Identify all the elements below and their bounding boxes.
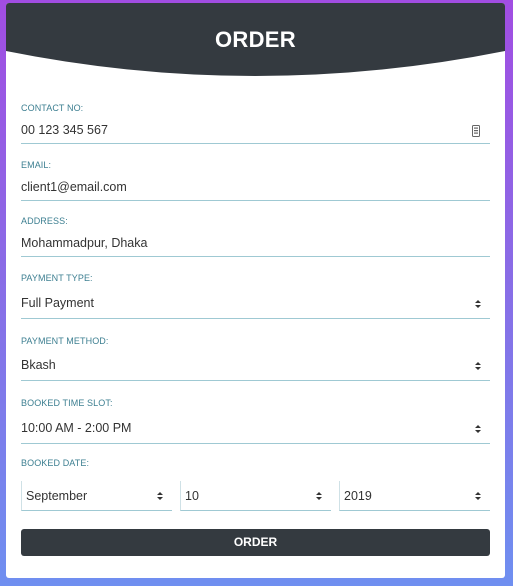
payment-type-value: Full Payment: [21, 296, 94, 310]
month-value: September: [26, 489, 88, 503]
time-slot-label: BOOKED TIME SLOT:: [21, 398, 113, 408]
address-label: ADDRESS:: [21, 216, 68, 226]
email-label: EMAIL:: [21, 160, 52, 170]
page-title: ORDER: [215, 27, 296, 52]
payment-type-select[interactable]: Full Payment: [21, 291, 490, 319]
email-field[interactable]: client1@email.com: [21, 175, 490, 201]
day-value: 10: [185, 489, 199, 503]
phone-icon: [472, 125, 480, 137]
day-select[interactable]: 10: [180, 481, 331, 511]
select-caret-icon: [475, 300, 481, 308]
year-select[interactable]: 2019: [339, 481, 490, 511]
payment-type-label: PAYMENT TYPE:: [21, 273, 93, 283]
select-caret-icon: [157, 492, 163, 500]
year-value: 2019: [344, 489, 372, 503]
payment-method-label: PAYMENT METHOD:: [21, 336, 109, 346]
time-slot-select[interactable]: 10:00 AM - 2:00 PM: [21, 416, 490, 444]
select-caret-icon: [316, 492, 322, 500]
address-value: Mohammadpur, Dhaka: [21, 236, 148, 250]
order-card: ORDER CONTACT NO: 00 123 345 567 EMAIL: …: [6, 3, 505, 578]
order-header: ORDER: [6, 3, 505, 81]
contact-field[interactable]: 00 123 345 567: [21, 118, 490, 144]
payment-method-value: Bkash: [21, 358, 56, 372]
time-slot-value: 10:00 AM - 2:00 PM: [21, 421, 132, 435]
contact-value: 00 123 345 567: [21, 123, 108, 137]
address-field[interactable]: Mohammadpur, Dhaka: [21, 231, 490, 257]
email-value: client1@email.com: [21, 180, 127, 194]
month-select[interactable]: September: [21, 481, 172, 511]
select-caret-icon: [475, 362, 481, 370]
select-caret-icon: [475, 492, 481, 500]
select-caret-icon: [475, 425, 481, 433]
order-button[interactable]: ORDER: [21, 529, 490, 556]
contact-label: CONTACT NO:: [21, 103, 84, 113]
booked-date-label: BOOKED DATE:: [21, 458, 90, 468]
payment-method-select[interactable]: Bkash: [21, 353, 490, 381]
